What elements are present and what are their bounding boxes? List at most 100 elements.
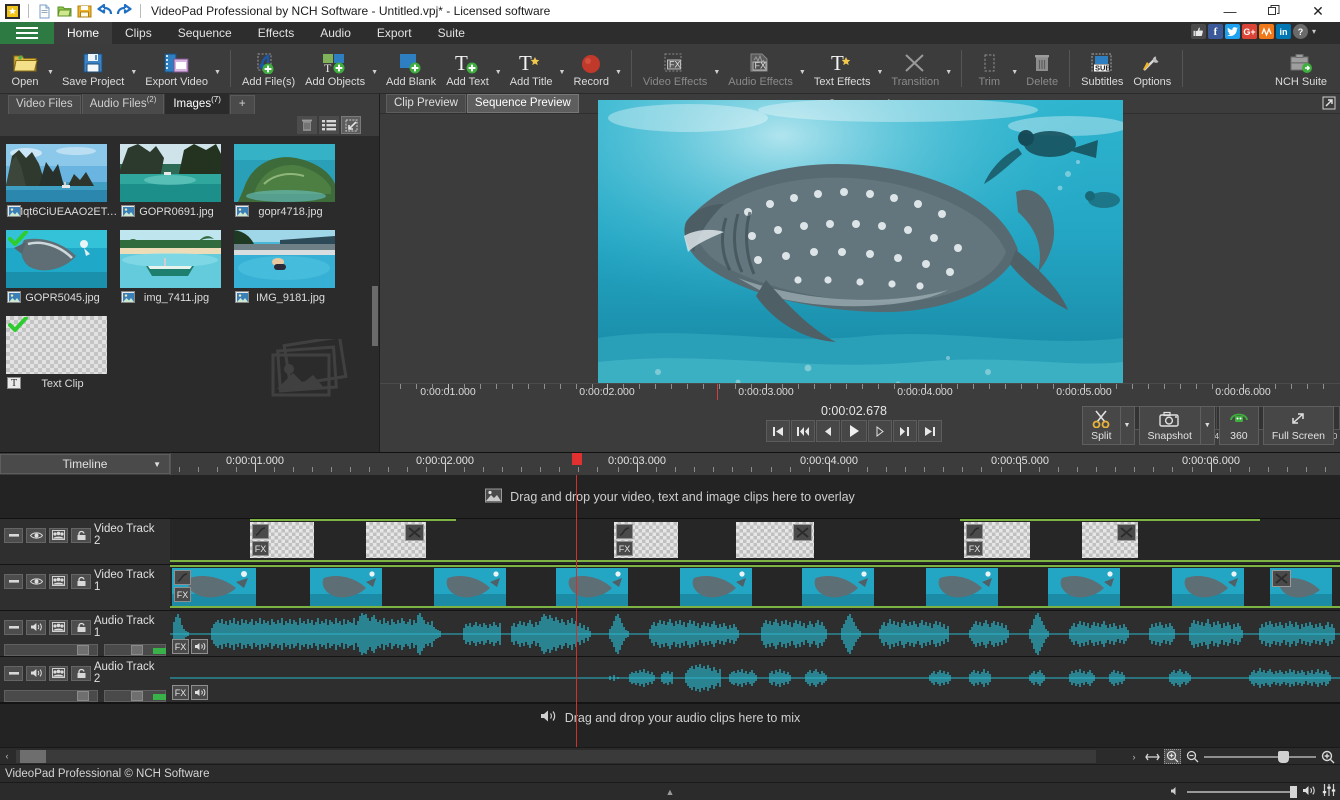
detail-view-icon[interactable] <box>341 116 361 134</box>
save-project-dropdown[interactable]: ▼ <box>129 69 140 76</box>
subtitles-button[interactable]: SUB Subtitles <box>1076 45 1128 93</box>
add-title-button[interactable]: T Add Title <box>505 45 558 93</box>
volume-slider[interactable] <box>4 690 98 702</box>
options-button[interactable]: Options <box>1128 45 1176 93</box>
full-screen-button[interactable]: Full Screen <box>1263 406 1334 445</box>
video-clip[interactable]: FX <box>172 568 256 606</box>
zoom-out-icon[interactable] <box>1184 749 1201 764</box>
video-preview-frame[interactable] <box>598 100 1123 397</box>
master-volume-slider[interactable] <box>1187 786 1297 798</box>
volume-icon[interactable] <box>1302 785 1317 799</box>
lock-icon[interactable] <box>71 574 90 589</box>
crossfade-icon[interactable] <box>1272 570 1291 587</box>
timeline-playhead-handle[interactable] <box>572 453 582 465</box>
tab-audio[interactable]: Audio <box>307 22 364 44</box>
add-objects-dropdown[interactable]: ▼ <box>370 69 381 76</box>
effects-icon[interactable]: FX <box>616 541 633 556</box>
delete-button[interactable]: Delete <box>1021 45 1063 93</box>
play-button[interactable] <box>841 420 867 442</box>
chevron-down-icon[interactable]: ▾ <box>1312 27 1316 36</box>
chevron-down-icon[interactable]: ▼ <box>153 460 161 469</box>
video-clip[interactable] <box>556 568 628 606</box>
crossfade-icon[interactable] <box>793 524 812 541</box>
bin-scrollbar-thumb[interactable] <box>372 286 378 346</box>
save-icon[interactable] <box>76 3 93 20</box>
help-icon[interactable]: ? <box>1293 24 1308 39</box>
effects-icon[interactable]: FX <box>252 541 269 556</box>
video-clip[interactable] <box>310 568 382 606</box>
video-clip[interactable] <box>1172 568 1244 606</box>
effects-icon[interactable]: FX <box>966 541 983 556</box>
overlay-clip[interactable] <box>366 522 426 558</box>
bin-item[interactable]: GOPR5045.jpg <box>6 230 119 304</box>
overlay-clip[interactable]: FX <box>250 522 314 558</box>
next-clip-button[interactable] <box>893 420 917 442</box>
snapshot-button[interactable]: Snapshot ▼ <box>1139 406 1215 445</box>
audio-effects-button[interactable]: FX Audio Effects <box>723 45 798 93</box>
group-icon[interactable] <box>49 666 68 681</box>
nch-icon[interactable] <box>1259 24 1274 39</box>
bin-item[interactable]: IMG_9181.jpg <box>234 230 347 304</box>
camera-360-button[interactable]: 360 <box>1219 406 1259 445</box>
add-files-button[interactable]: Add File(s) <box>237 45 300 93</box>
visibility-icon[interactable] <box>26 528 45 543</box>
minimize-button[interactable]: — <box>1208 0 1252 22</box>
twitter-icon[interactable] <box>1225 24 1240 39</box>
bin-tab-video-files[interactable]: Video Files <box>8 95 81 114</box>
mix-drop-row[interactable]: Drag and drop your audio clips here to m… <box>0 703 1340 731</box>
export-video-button[interactable]: Export Video <box>140 45 213 93</box>
redo-icon[interactable] <box>116 3 133 20</box>
mixer-icon[interactable] <box>1322 784 1336 799</box>
tab-effects[interactable]: Effects <box>245 22 307 44</box>
go-to-start-button[interactable] <box>766 420 790 442</box>
effects-icon[interactable]: FX <box>174 587 191 602</box>
add-text-button[interactable]: T Add Text <box>441 45 494 93</box>
record-button[interactable]: Record <box>568 45 613 93</box>
collapse-icon[interactable] <box>4 528 23 543</box>
facebook-icon[interactable]: f <box>1208 24 1223 39</box>
crossfade-icon[interactable] <box>405 524 424 541</box>
open-dropdown[interactable]: ▼ <box>46 69 57 76</box>
track-content-video-2[interactable]: FX FX <box>170 519 1340 564</box>
linkedin-icon[interactable]: in <box>1276 24 1291 39</box>
overlay-clip[interactable] <box>736 522 814 558</box>
group-icon[interactable] <box>49 620 68 635</box>
video-effects-button[interactable]: FX Video Effects <box>638 45 712 93</box>
go-to-end-button[interactable] <box>918 420 942 442</box>
preview-ruler[interactable]: 0:00:01.000 0:00:02.000 0:00:03.000 0:00… <box>380 383 1340 400</box>
tab-home[interactable]: Home <box>54 22 112 44</box>
overlay-clip[interactable]: FX <box>964 522 1030 558</box>
scroll-left-button[interactable]: ‹ <box>0 749 14 764</box>
bin-tab-add[interactable]: + <box>230 95 255 114</box>
add-objects-button[interactable]: T Add Objects <box>300 45 370 93</box>
previous-clip-button[interactable] <box>791 420 815 442</box>
preview-stage[interactable] <box>380 114 1340 383</box>
lock-icon[interactable] <box>71 528 90 543</box>
collapse-icon[interactable] <box>4 666 23 681</box>
menu-icon[interactable] <box>0 22 54 44</box>
tab-sequence-preview[interactable]: Sequence Preview <box>467 94 579 113</box>
timeline-hscrollbar[interactable] <box>16 750 1096 763</box>
fit-to-window-icon[interactable] <box>1144 749 1161 764</box>
tab-export[interactable]: Export <box>364 22 425 44</box>
trim-button[interactable]: Trim <box>968 45 1010 93</box>
bin-item[interactable]: gopr4718.jpg <box>234 144 347 218</box>
video-clip[interactable] <box>1048 568 1120 606</box>
split-dropdown[interactable]: ▼ <box>1120 407 1134 444</box>
tab-suite[interactable]: Suite <box>425 22 478 44</box>
video-clip[interactable] <box>434 568 506 606</box>
collapse-icon[interactable] <box>4 574 23 589</box>
export-video-dropdown[interactable]: ▼ <box>213 69 224 76</box>
add-blank-button[interactable]: Add Blank <box>381 45 441 93</box>
step-forward-button[interactable] <box>868 420 892 442</box>
transition-dropdown[interactable]: ▼ <box>944 69 955 76</box>
new-icon[interactable] <box>36 3 53 20</box>
master-volume-handle[interactable] <box>1290 786 1297 798</box>
effects-icon[interactable]: FX <box>172 685 189 700</box>
group-icon[interactable] <box>49 528 68 543</box>
thumbs-up-icon[interactable] <box>1191 24 1206 39</box>
tab-clip-preview[interactable]: Clip Preview <box>386 94 466 113</box>
popout-icon[interactable] <box>1322 96 1336 113</box>
tab-clips[interactable]: Clips <box>112 22 165 44</box>
bin-item[interactable]: DMqt6CiUEAAO2ET.jpg <box>6 144 119 218</box>
